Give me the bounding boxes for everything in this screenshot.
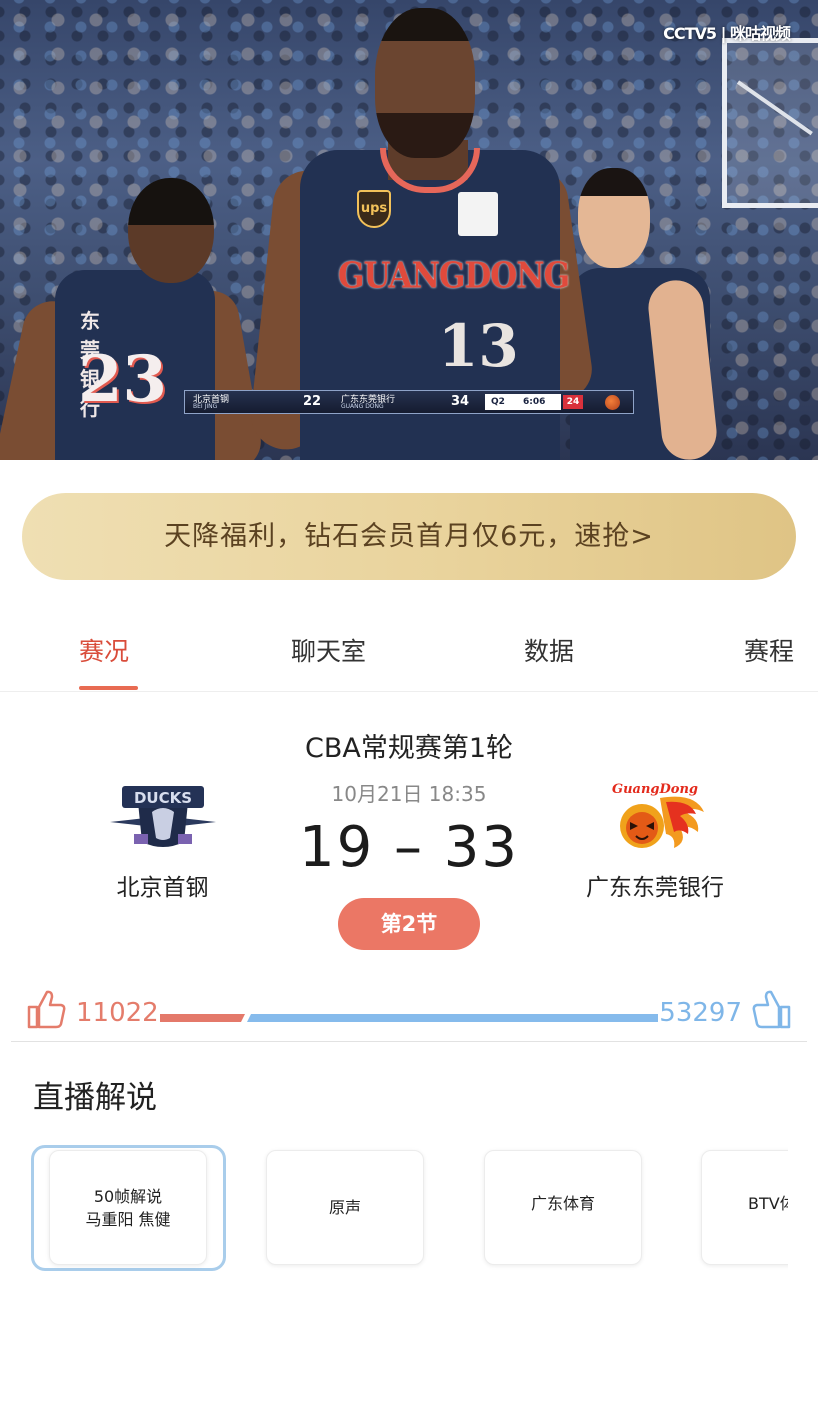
- away-team[interactable]: GuangDong 广东东莞银行: [580, 782, 730, 902]
- tab-chat-room[interactable]: 聊天室: [291, 632, 366, 668]
- home-team[interactable]: DUCKS 北京首钢: [100, 782, 225, 902]
- commentary-option-line2: 马重阳 焦健: [85, 1209, 171, 1229]
- commentary-option-original[interactable]: 原声: [266, 1150, 424, 1265]
- commentary-option-line1: 50帧解说: [93, 1186, 163, 1206]
- scorebug-home-name-en: BEI JING: [193, 403, 218, 410]
- home-team-name: 北京首钢: [116, 875, 209, 901]
- basketball-icon: [605, 395, 620, 410]
- beijing-ducks-logo-icon: DUCKS: [108, 782, 218, 854]
- promo-banner[interactable]: 天降福利，钻石会员首月仅6元，速抢>: [22, 493, 796, 580]
- commentary-section-title: 直播解说: [33, 1080, 157, 1116]
- jersey-team-text: GUANGDONG: [338, 255, 570, 297]
- tv-scorebug: 北京首钢 BEI JING 22 广东东莞银行 GUANG DONG 34 Q2…: [184, 390, 634, 414]
- scorebug-quarter: Q2: [491, 397, 505, 407]
- away-team-name: 广东东莞银行: [586, 875, 724, 901]
- guangdong-tigers-logo-icon: GuangDong: [600, 782, 710, 854]
- commentary-option-label: BTV体: [748, 1194, 788, 1213]
- commentary-option-btv[interactable]: BTV体: [701, 1150, 788, 1265]
- scorebug-home-score: 22: [303, 394, 322, 409]
- away-like-count: 53297: [659, 998, 742, 1028]
- period-badge: 第2节: [338, 898, 480, 950]
- tab-schedule[interactable]: 赛程: [744, 632, 794, 668]
- section-divider: [11, 1041, 807, 1042]
- jersey-number-13: 13: [438, 312, 519, 380]
- home-like-count: 11022: [76, 998, 159, 1028]
- commentary-option-guangdong-sports[interactable]: 广东体育: [484, 1150, 642, 1265]
- active-tab-indicator: [79, 686, 138, 690]
- commentary-options: 50帧解说 马重阳 焦健 原声 广东体育 BTV体: [0, 1145, 788, 1275]
- support-bar: 11022 53297: [0, 980, 818, 1042]
- thumbs-up-away-icon[interactable]: [752, 988, 792, 1030]
- cba-patch: [458, 192, 498, 236]
- app-root: 东莞银行 23 ups GUANGDONG 13 CCTV5 | 咪咕视频 北京…: [0, 0, 818, 1415]
- broadcaster-logo: CCTV5 | 咪咕视频: [663, 24, 791, 43]
- video-player[interactable]: 东莞银行 23 ups GUANGDONG 13 CCTV5 | 咪咕视频 北京…: [0, 0, 818, 460]
- tab-match-status[interactable]: 赛况: [79, 632, 129, 668]
- scorebug-clock: 6:06: [523, 397, 546, 407]
- scorebug-away-name-en: GUANG DONG: [341, 403, 384, 410]
- tab-stats[interactable]: 数据: [524, 632, 574, 668]
- commentary-option-50fps[interactable]: 50帧解说 马重阳 焦健: [49, 1150, 207, 1265]
- scorebug-clock-box: Q2 6:06: [485, 394, 561, 410]
- commentary-option-label: 广东体育: [530, 1194, 595, 1213]
- tab-bar: 赛况 聊天室 数据 赛程: [0, 610, 818, 692]
- commentary-option-label: 原声: [328, 1198, 361, 1217]
- scorebug-away-score: 34: [451, 394, 470, 409]
- backboard: [722, 38, 818, 208]
- thumbs-up-home-icon[interactable]: [26, 988, 66, 1030]
- home-support-bar: [160, 1014, 245, 1022]
- ups-sponsor-logo: ups: [357, 190, 391, 228]
- away-support-bar: [247, 1014, 658, 1022]
- jersey-number-23: 23: [78, 342, 168, 417]
- league-round-title: CBA常规赛第1轮: [304, 733, 514, 764]
- logo-away-text: GuangDong: [612, 782, 698, 797]
- scorebug-shot-clock: 24: [563, 395, 583, 409]
- logo-home-text: DUCKS: [133, 789, 191, 807]
